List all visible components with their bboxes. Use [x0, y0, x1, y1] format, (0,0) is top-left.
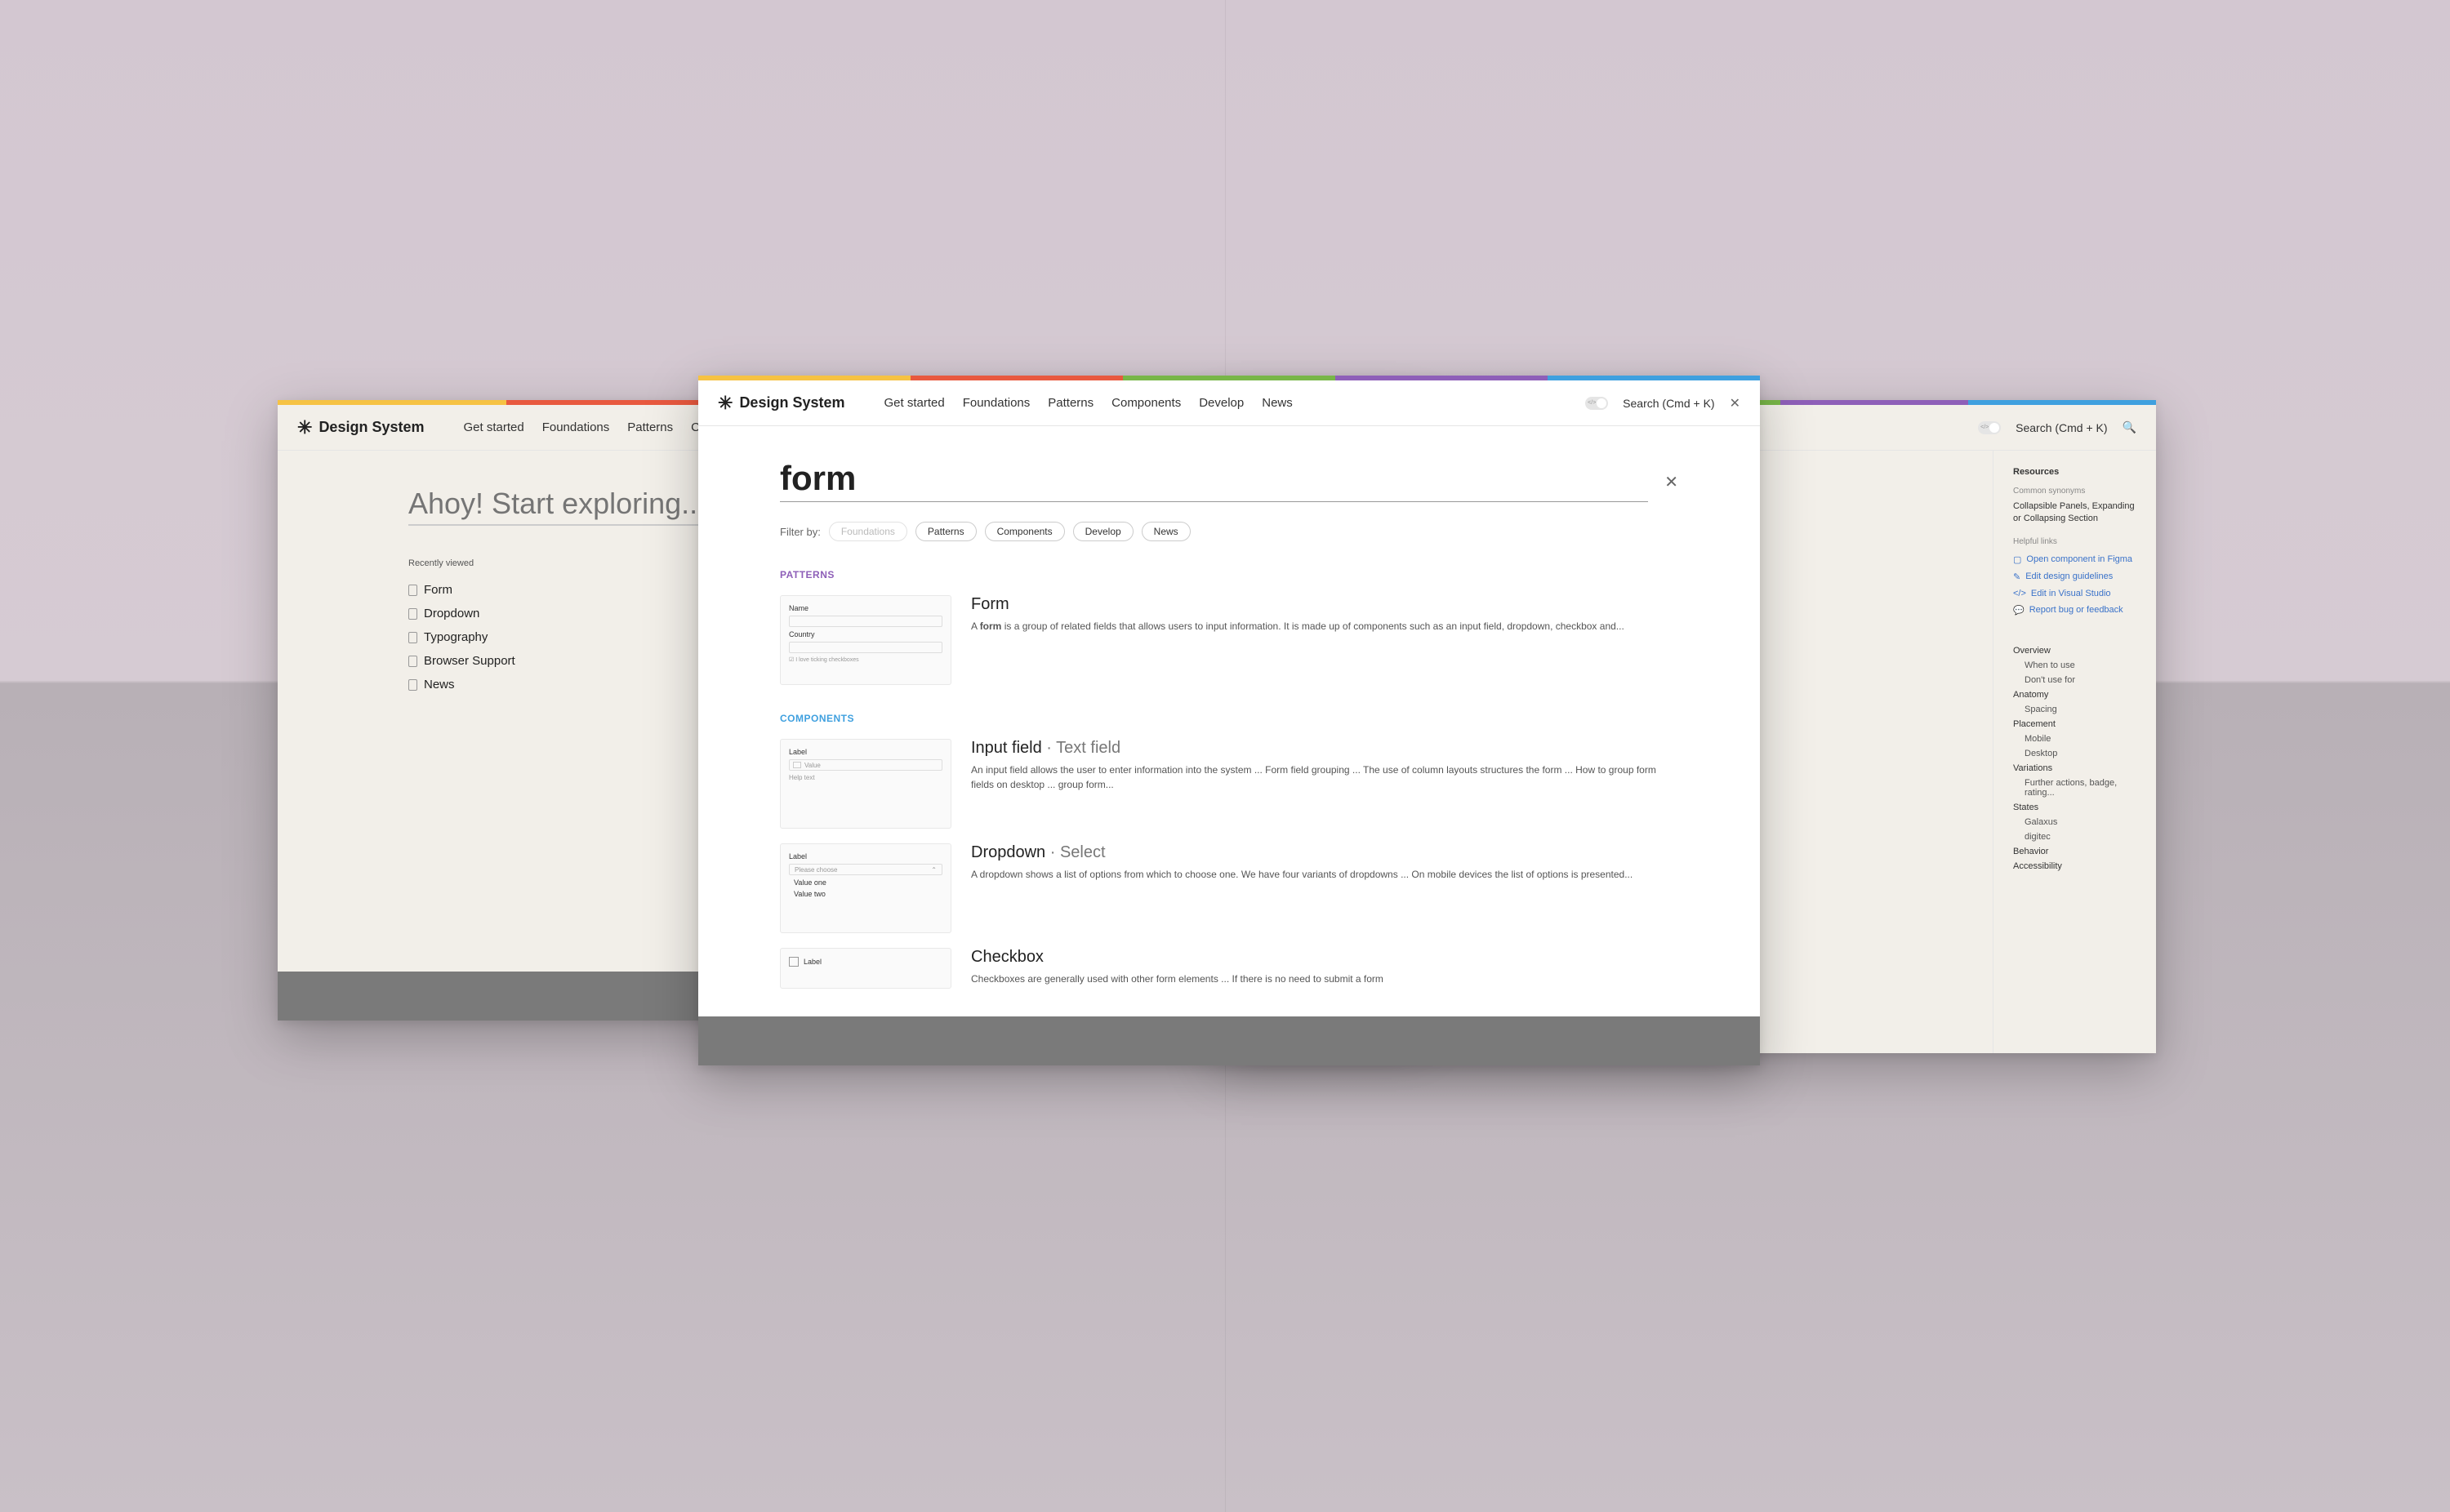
rainbow-bar: [698, 376, 1760, 380]
search-result[interactable]: Label Value Help text Input field · Text…: [780, 739, 1678, 829]
toc-item[interactable]: Accessibility: [2013, 859, 2136, 874]
result-thumbnail: Name Country ☑ I love ticking checkboxes: [780, 595, 951, 685]
resources-title: Resources: [2013, 467, 2136, 477]
toc-item[interactable]: When to use: [2013, 658, 2136, 673]
search-query-input[interactable]: [780, 459, 1648, 502]
helpful-links-label: Helpful links: [2013, 537, 2136, 546]
toc-item[interactable]: digitec: [2013, 829, 2136, 844]
brand-name: Design System: [739, 394, 844, 411]
filter-pill-foundations[interactable]: Foundations: [829, 522, 907, 541]
search-result[interactable]: Label Checkbox Checkboxes are generally …: [780, 948, 1678, 989]
synonyms-label: Common synonyms: [2013, 487, 2136, 496]
nav-item[interactable]: Get started: [464, 420, 524, 434]
result-title: Checkbox: [971, 948, 1678, 967]
toc-item[interactable]: Mobile: [2013, 732, 2136, 746]
nav-item[interactable]: Foundations: [542, 420, 610, 434]
section-components-title: COMPONENTS: [780, 713, 1678, 724]
figma-icon: ▢: [2013, 554, 2021, 565]
search-result[interactable]: Name Country ☑ I love ticking checkboxes…: [780, 595, 1678, 685]
filter-pill-develop[interactable]: Develop: [1073, 522, 1134, 541]
filter-pill-components[interactable]: Components: [985, 522, 1065, 541]
result-thumbnail: Label Please choose⌃ Value one Value two: [780, 843, 951, 933]
toc-item[interactable]: Overview: [2013, 643, 2136, 658]
bug-icon: 💬: [2013, 605, 2025, 616]
code-icon: </>: [2013, 589, 2026, 598]
file-icon: [408, 656, 417, 667]
result-title: Dropdown · Select: [971, 843, 1678, 862]
search-icon[interactable]: 🔍: [2123, 420, 2136, 434]
filter-pill-patterns[interactable]: Patterns: [915, 522, 977, 541]
filter-pill-news[interactable]: News: [1142, 522, 1191, 541]
toc-item[interactable]: Spacing: [2013, 702, 2136, 717]
toc-item[interactable]: States: [2013, 800, 2136, 815]
nav-item[interactable]: Patterns: [1048, 396, 1094, 410]
result-desc: Checkboxes are generally used with other…: [971, 972, 1678, 986]
link-figma[interactable]: ▢Open component in Figma: [2013, 551, 2136, 568]
synonyms-text: Collapsible Panels, Expanding or Collaps…: [2013, 500, 2136, 526]
search-label[interactable]: Search (Cmd + K): [2016, 421, 2107, 434]
doc-sidebar: Resources Common synonyms Collapsible Pa…: [1993, 451, 2156, 1053]
link-visual-studio[interactable]: </>Edit in Visual Studio: [2013, 585, 2136, 602]
result-title: Input field · Text field: [971, 739, 1678, 758]
file-icon: [408, 632, 417, 643]
nav-item[interactable]: Develop: [1199, 396, 1244, 410]
toc-item[interactable]: Further actions, badge, rating...: [2013, 776, 2136, 800]
header: ✳ Design System Get started Foundations …: [698, 380, 1760, 426]
file-icon: [408, 679, 417, 691]
toc-item[interactable]: Variations: [2013, 761, 2136, 776]
search-results-screen: ✳ Design System Get started Foundations …: [698, 376, 1760, 1065]
main-nav: Get started Foundations Patterns Co...: [464, 420, 717, 434]
link-report-bug[interactable]: 💬Report bug or feedback: [2013, 602, 2136, 619]
result-title: Form: [971, 595, 1678, 614]
file-icon: [408, 585, 417, 596]
toc-item[interactable]: Behavior: [2013, 844, 2136, 859]
file-icon: [408, 608, 417, 620]
table-of-contents: Overview When to use Don't use for Anato…: [2013, 643, 2136, 874]
toc-item[interactable]: Anatomy: [2013, 687, 2136, 702]
search-result[interactable]: Label Please choose⌃ Value one Value two…: [780, 843, 1678, 933]
toc-item[interactable]: Don't use for: [2013, 673, 2136, 687]
section-patterns-title: PATTERNS: [780, 569, 1678, 580]
result-thumbnail: Label Value Help text: [780, 739, 951, 829]
logo[interactable]: ✳ Design System: [718, 393, 845, 414]
nav-item[interactable]: Patterns: [627, 420, 673, 434]
result-desc: A form is a group of related fields that…: [971, 619, 1678, 634]
filter-label: Filter by:: [780, 526, 821, 538]
nav-item[interactable]: News: [1262, 396, 1293, 410]
code-toggle[interactable]: </>: [1585, 397, 1608, 410]
toc-item[interactable]: Galaxus: [2013, 815, 2136, 829]
close-icon[interactable]: ✕: [1730, 395, 1740, 411]
logo[interactable]: ✳ Design System: [297, 417, 425, 438]
logo-icon: ✳: [297, 417, 312, 438]
result-desc: A dropdown shows a list of options from …: [971, 867, 1678, 882]
nav-item[interactable]: Components: [1111, 396, 1181, 410]
edit-icon: ✎: [2013, 571, 2020, 582]
filter-row: Filter by: Foundations Patterns Componen…: [780, 522, 1678, 541]
main-nav: Get started Foundations Patterns Compone…: [884, 396, 1293, 410]
link-edit-guidelines[interactable]: ✎Edit design guidelines: [2013, 568, 2136, 585]
code-toggle[interactable]: </>: [1978, 421, 2001, 434]
search-label[interactable]: Search (Cmd + K): [1623, 397, 1714, 410]
toc-item[interactable]: Placement: [2013, 717, 2136, 732]
brand-name: Design System: [318, 419, 424, 436]
nav-item[interactable]: Foundations: [963, 396, 1031, 410]
toc-item[interactable]: Desktop: [2013, 746, 2136, 761]
result-thumbnail: Label: [780, 948, 951, 989]
logo-icon: ✳: [718, 393, 733, 414]
result-desc: An input field allows the user to enter …: [971, 763, 1678, 792]
nav-item[interactable]: Get started: [884, 396, 945, 410]
clear-search-icon[interactable]: ✕: [1664, 472, 1678, 502]
